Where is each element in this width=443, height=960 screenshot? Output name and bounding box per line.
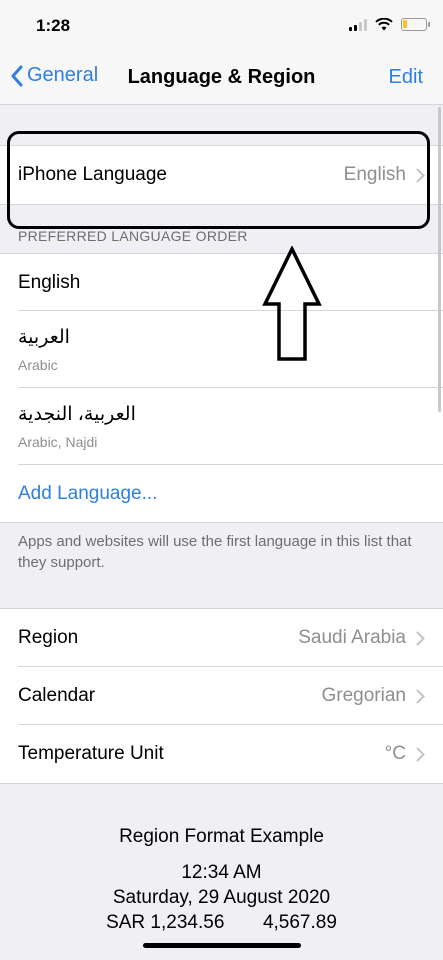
chevron-right-icon (416, 689, 425, 703)
chevron-right-icon (416, 168, 425, 182)
language-translation: Arabic, Najdi (18, 434, 98, 450)
temperature-unit-row[interactable]: Temperature Unit °C (0, 725, 443, 783)
calendar-row[interactable]: Calendar Gregorian (0, 667, 443, 725)
iphone-language-group: iPhone Language English (0, 145, 443, 205)
region-settings-group: Region Saudi Arabia Calendar Gregorian T… (0, 608, 443, 784)
status-icons (349, 18, 430, 31)
signal-icon (349, 18, 367, 31)
calendar-value-wrap: Gregorian (322, 685, 426, 707)
temperature-unit-value: °C (384, 743, 406, 764)
edit-button[interactable]: Edit (389, 66, 423, 89)
preferred-language-header: PREFERRED LANGUAGE ORDER (18, 228, 248, 244)
calendar-value: Gregorian (321, 685, 407, 706)
iphone-language-label: iPhone Language (18, 164, 167, 185)
battery-icon (401, 18, 430, 31)
preferred-language-footer: Apps and websites will use the first lan… (18, 533, 412, 571)
example-time: 12:34 AM (181, 862, 262, 883)
calendar-label: Calendar (18, 685, 96, 706)
example-title: Region Format Example (119, 826, 324, 847)
region-row[interactable]: Region Saudi Arabia (0, 609, 443, 667)
region-value: Saudi Arabia (298, 627, 406, 648)
scrollbar[interactable] (438, 107, 441, 412)
example-currency: SAR 1,234.56 (106, 912, 225, 933)
language-item-arabic-najdi[interactable]: العربية، النجدية Arabic, Najdi (0, 388, 443, 465)
example-date: Saturday, 29 August 2020 (112, 887, 331, 908)
page-title: Language & Region (127, 66, 316, 88)
navigation-bar: General Language & Region Edit (0, 50, 443, 105)
language-item-english[interactable]: English (0, 254, 443, 311)
language-name: العربية، النجدية (18, 404, 136, 425)
iphone-language-value: English (343, 164, 406, 185)
language-name: العربية (18, 327, 70, 348)
temperature-unit-value-wrap: °C (385, 743, 425, 765)
iphone-language-value-wrap: English (344, 164, 425, 186)
wifi-icon (375, 18, 393, 31)
preferred-language-list: English العربية Arabic العربية، النجدية … (0, 253, 443, 523)
temperature-unit-label: Temperature Unit (18, 743, 164, 764)
region-value-wrap: Saudi Arabia (298, 627, 425, 649)
chevron-right-icon (416, 747, 425, 761)
add-language-row[interactable]: Add Language... (0, 465, 443, 522)
chevron-right-icon (416, 631, 425, 645)
status-bar: 1:28 (0, 0, 443, 50)
home-indicator[interactable] (143, 943, 301, 948)
language-item-arabic[interactable]: العربية Arabic (0, 311, 443, 388)
language-name: English (18, 271, 81, 293)
add-language-link[interactable]: Add Language... (18, 483, 157, 505)
language-translation: Arabic (18, 357, 58, 373)
region-label: Region (18, 627, 79, 648)
region-format-example: Region Format Example 12:34 AM Saturday,… (0, 784, 443, 934)
example-number: 4,567.89 (262, 912, 337, 933)
up-arrow-annotation-icon (262, 246, 322, 361)
iphone-language-row[interactable]: iPhone Language English (0, 146, 443, 204)
status-time: 1:28 (36, 16, 71, 35)
example-numbers: SAR 1,234.56 4,567.89 (0, 912, 443, 934)
